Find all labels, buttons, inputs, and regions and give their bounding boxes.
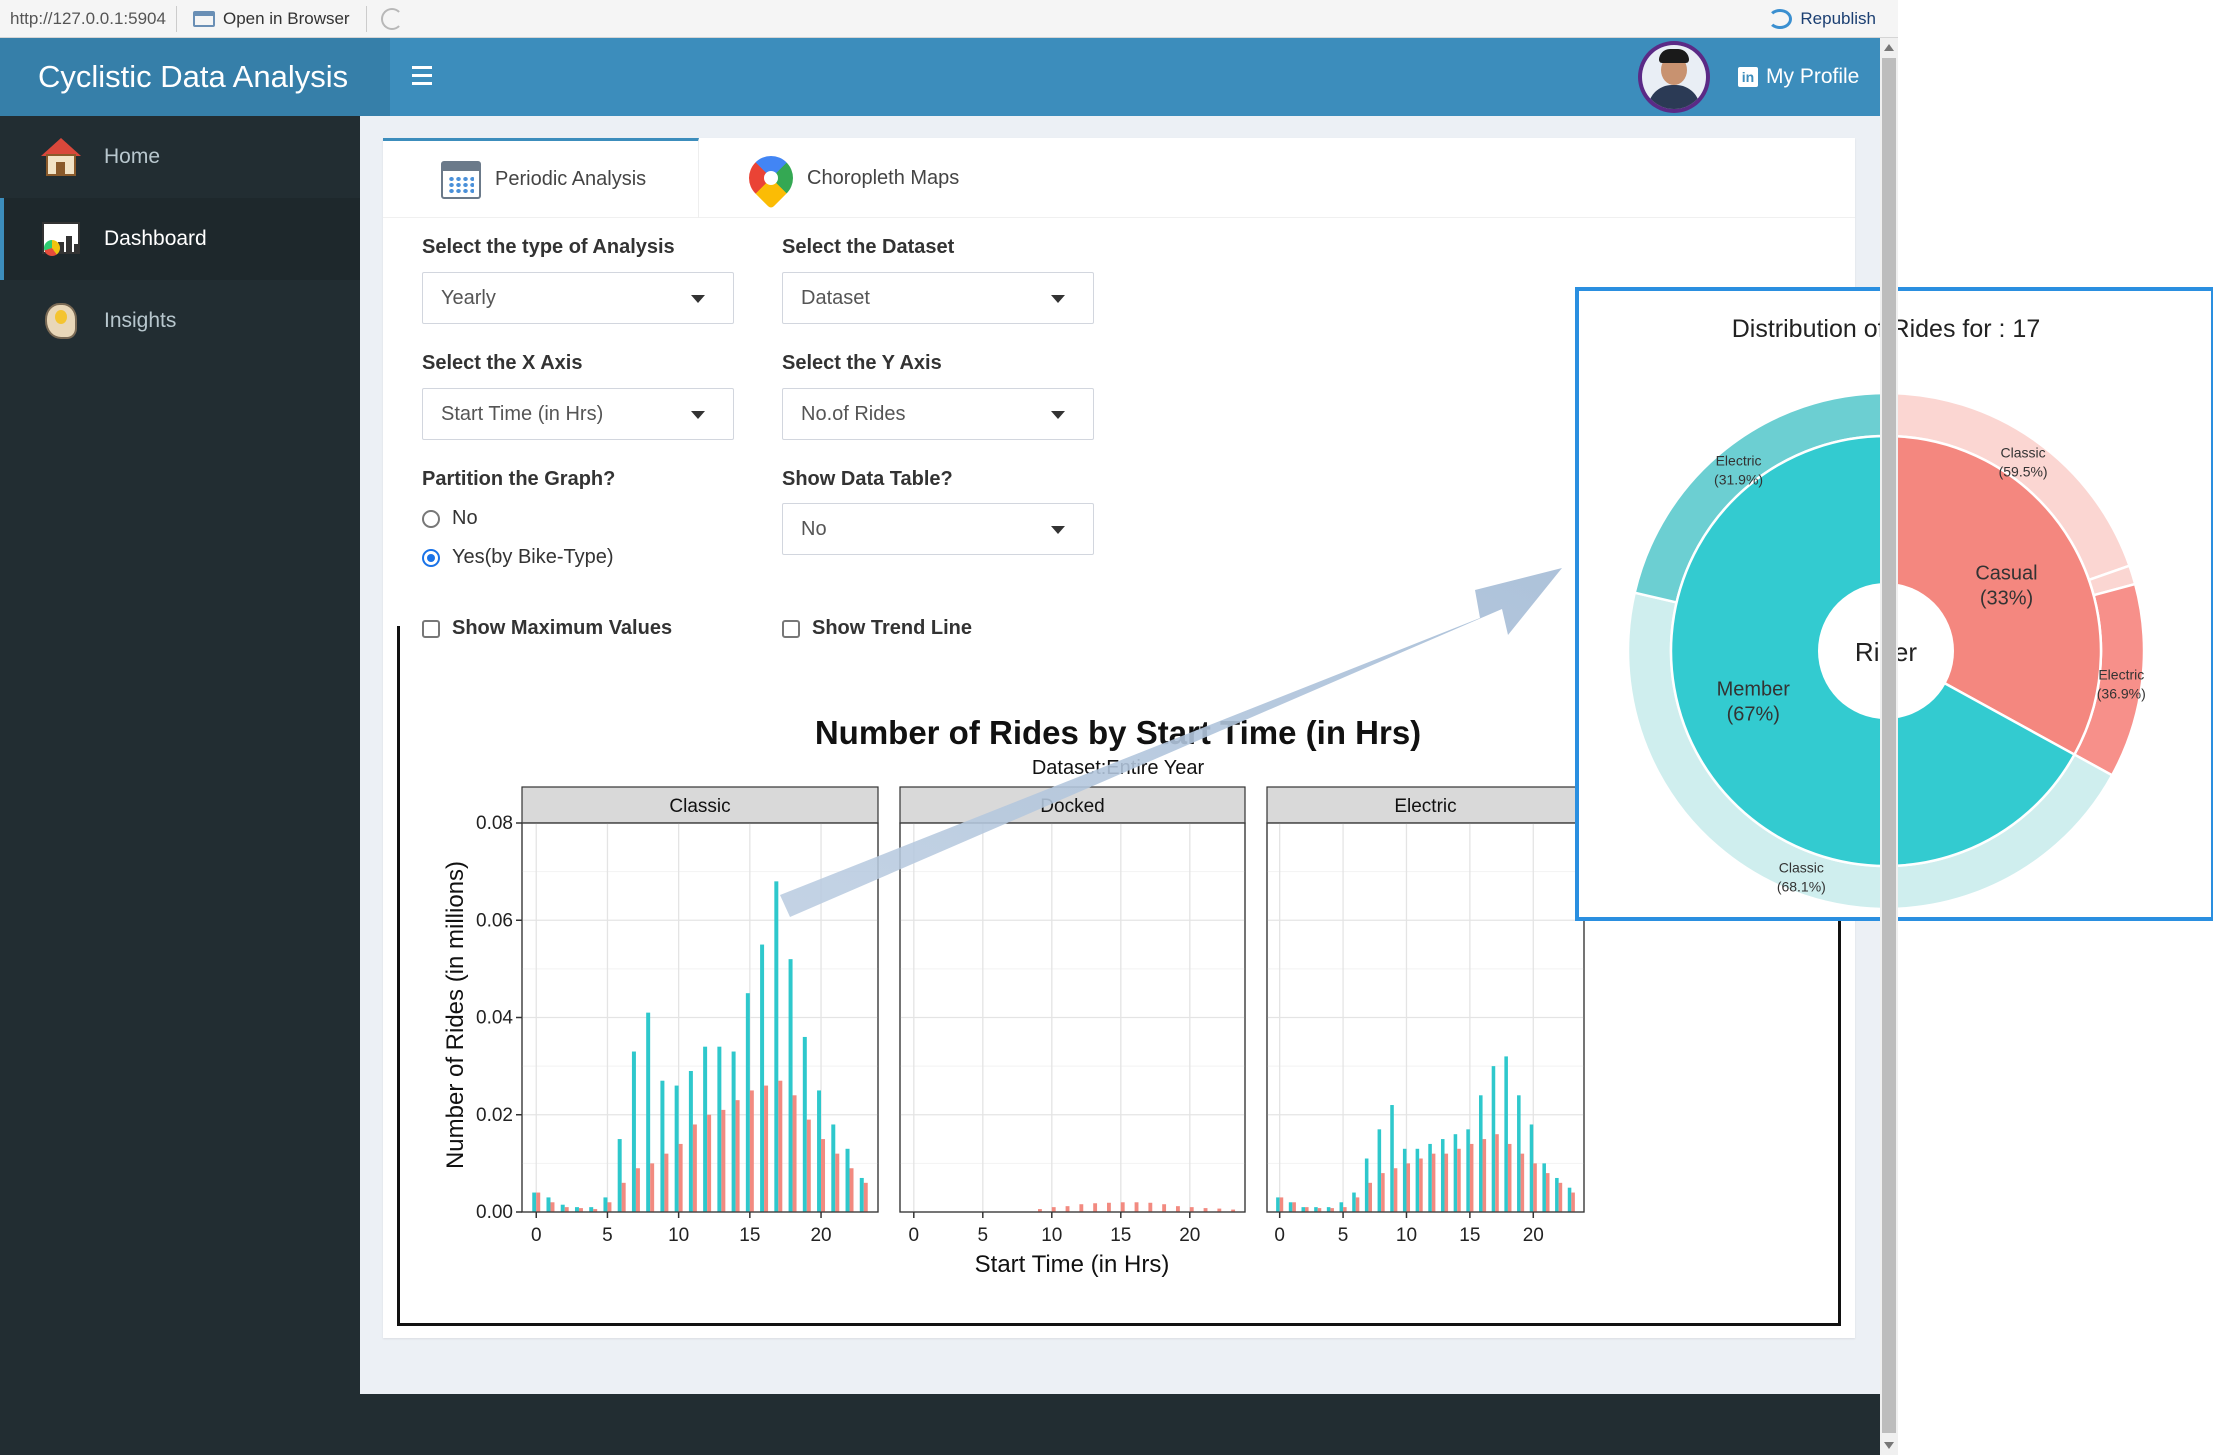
radio-label: No [452, 507, 478, 529]
x-axis-label: Select the X Axis [422, 352, 583, 374]
republish-label: Republish [1800, 8, 1876, 28]
viewer-url[interactable]: http://127.0.0.1:5904 [0, 5, 177, 32]
lightbulb-head-icon [40, 300, 82, 342]
donut-label-casual: (33%) [1980, 588, 2033, 610]
donut-outer-label: (31.9%) [1714, 471, 1763, 487]
x-axis-select[interactable]: Start Time (in Hrs) [422, 388, 734, 440]
analysis-type-label: Select the type of Analysis [422, 236, 675, 258]
sidebar: Home Dashboard Insights [0, 116, 360, 1455]
scroll-thumb[interactable] [1882, 58, 1896, 1433]
linkedin-icon: in [1738, 67, 1758, 87]
donut-label-member: Member [1717, 679, 1791, 701]
donut-outer-label: (68.1%) [1777, 878, 1826, 894]
refresh-icon[interactable] [380, 7, 403, 30]
donut-outer-label: Classic [1779, 859, 1824, 875]
data-table-label: Show Data Table? [782, 468, 953, 490]
partition-option-yes[interactable]: Yes(by Bike-Type) [422, 546, 614, 569]
tab-periodic-analysis[interactable]: Periodic Analysis [383, 138, 699, 218]
radio-button-selected[interactable] [422, 548, 440, 567]
partition-label: Partition the Graph? [422, 468, 616, 490]
radio-button[interactable] [422, 509, 440, 528]
y-axis-select[interactable]: No.of Rides [782, 388, 1094, 440]
open-in-browser-button[interactable]: Open in Browser [177, 5, 367, 32]
dataset-select[interactable]: Dataset [782, 272, 1094, 324]
sidebar-toggle-icon[interactable] [412, 66, 432, 90]
donut-outer-label: (36.9%) [2097, 685, 2146, 701]
page-scrollbar[interactable] [1880, 38, 1898, 1455]
sidebar-item-label: Dashboard [104, 227, 207, 250]
sidebar-item-dashboard[interactable]: Dashboard [0, 198, 360, 280]
republish-icon [1768, 8, 1793, 29]
donut-label-casual: Casual [1975, 563, 2037, 585]
tab-label: Periodic Analysis [495, 168, 647, 190]
tab-bar: Periodic Analysis Choropleth Maps [383, 138, 1855, 218]
browser-window-icon [192, 10, 215, 27]
avatar[interactable] [1638, 41, 1710, 113]
sidebar-item-insights[interactable]: Insights [0, 280, 360, 362]
tab-choropleth-maps[interactable]: Choropleth Maps [699, 138, 1029, 218]
donut-outer-label: Electric [1716, 452, 1762, 468]
open-in-browser-label: Open in Browser [222, 8, 350, 28]
donut-outer-label: Electric [2098, 666, 2144, 682]
my-profile-link[interactable]: in My Profile [1738, 38, 1859, 116]
scroll-down-icon[interactable] [1884, 1442, 1894, 1449]
app-brand[interactable]: Cyclistic Data Analysis [0, 38, 390, 116]
sidebar-item-label: Insights [104, 309, 177, 332]
sidebar-item-label: Home [104, 145, 161, 168]
map-pin-icon [739, 146, 803, 210]
footer-strip [360, 1394, 1880, 1455]
dashboard-icon [40, 218, 82, 260]
top-navbar: in My Profile [390, 38, 1880, 116]
sidebar-item-home[interactable]: Home [0, 116, 360, 198]
home-icon [40, 136, 82, 178]
data-table-select[interactable]: No [782, 503, 1094, 555]
donut-outer-label: Classic [2001, 445, 2046, 461]
viewer-toolbar: http://127.0.0.1:5904 Open in Browser Re… [0, 0, 1898, 38]
analysis-type-select[interactable]: Yearly [422, 272, 734, 324]
donut-outer-label: (59.5%) [1999, 464, 2048, 480]
tab-label: Choropleth Maps [807, 166, 960, 189]
dataset-label: Select the Dataset [782, 236, 955, 258]
radio-label: Yes(by Bike-Type) [452, 546, 614, 568]
republish-button[interactable]: Republish [1768, 8, 1876, 29]
calendar-icon [441, 160, 481, 199]
donut-label-member: (67%) [1727, 704, 1780, 726]
scroll-up-icon[interactable] [1884, 44, 1894, 51]
my-profile-label: My Profile [1766, 65, 1860, 88]
y-axis-label: Select the Y Axis [782, 352, 942, 374]
app-window: http://127.0.0.1:5904 Open in Browser Re… [0, 0, 2213, 1455]
partition-option-no[interactable]: No [422, 507, 478, 530]
